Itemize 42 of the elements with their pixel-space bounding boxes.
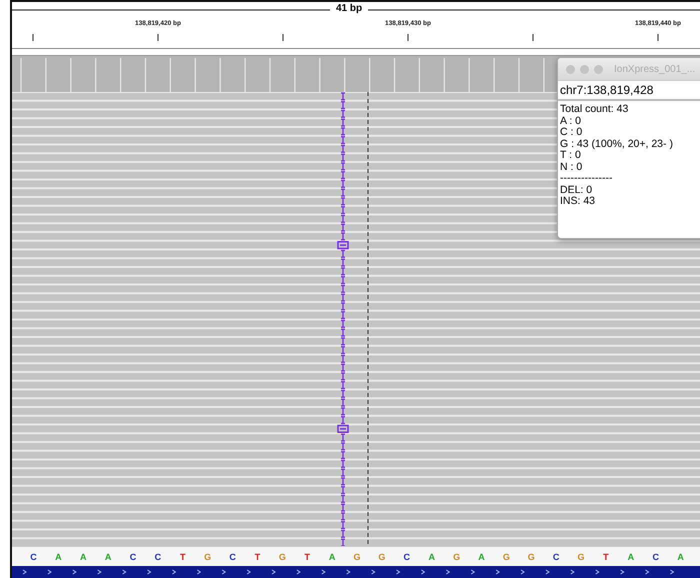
base-letter: A <box>104 552 112 562</box>
tick-mark <box>532 34 534 42</box>
popup-line: G : 43 (100%, 20+, 23- ) <box>560 138 674 150</box>
popup-line: T : 0 <box>560 150 582 162</box>
base-letter: G <box>352 552 362 562</box>
popup-line: Total count: 43 <box>560 104 630 116</box>
base-letter: A <box>676 552 685 562</box>
base-letter: G <box>526 552 536 562</box>
base-letter: T <box>254 552 262 562</box>
popup-line: --------------- <box>560 173 614 184</box>
popup-line: N : 0 <box>560 162 584 173</box>
base-letter: A <box>328 552 336 562</box>
popup-line: INS: 43 <box>560 196 596 208</box>
base-letter: A <box>78 552 88 562</box>
base-letter: C <box>154 552 162 562</box>
base-letter: A <box>427 552 436 562</box>
base-letter: G <box>576 552 586 562</box>
window-title: IonXpress_001_... <box>614 64 696 74</box>
base-letter: C <box>228 552 237 562</box>
base-letter: T <box>179 552 187 562</box>
base-letter: A <box>626 552 636 562</box>
locus-text: chr7:138,819,428 <box>558 80 700 101</box>
base-letter: C <box>128 552 138 562</box>
base-letter: G <box>452 552 462 562</box>
base-letter: A <box>477 552 486 562</box>
popup-line: C : 0 <box>560 127 584 138</box>
base-letter: C <box>29 552 38 562</box>
base-letter: C <box>402 552 412 562</box>
base-letter: A <box>54 552 63 562</box>
base-letter: C <box>651 552 660 562</box>
popup-line: DEL: 0 <box>560 184 594 196</box>
tick-mark <box>282 34 284 42</box>
base-letter: T <box>602 552 610 562</box>
base-letter: G <box>502 552 511 562</box>
base-letter: C <box>552 552 560 562</box>
popup-line: A : 0 <box>560 116 582 127</box>
base-letter: T <box>303 552 311 562</box>
base-letter: G <box>203 552 212 562</box>
base-letter: G <box>377 552 386 562</box>
tick-mark <box>32 34 34 42</box>
span-label: 41 bp <box>330 3 368 14</box>
base-letter: G <box>278 552 287 562</box>
